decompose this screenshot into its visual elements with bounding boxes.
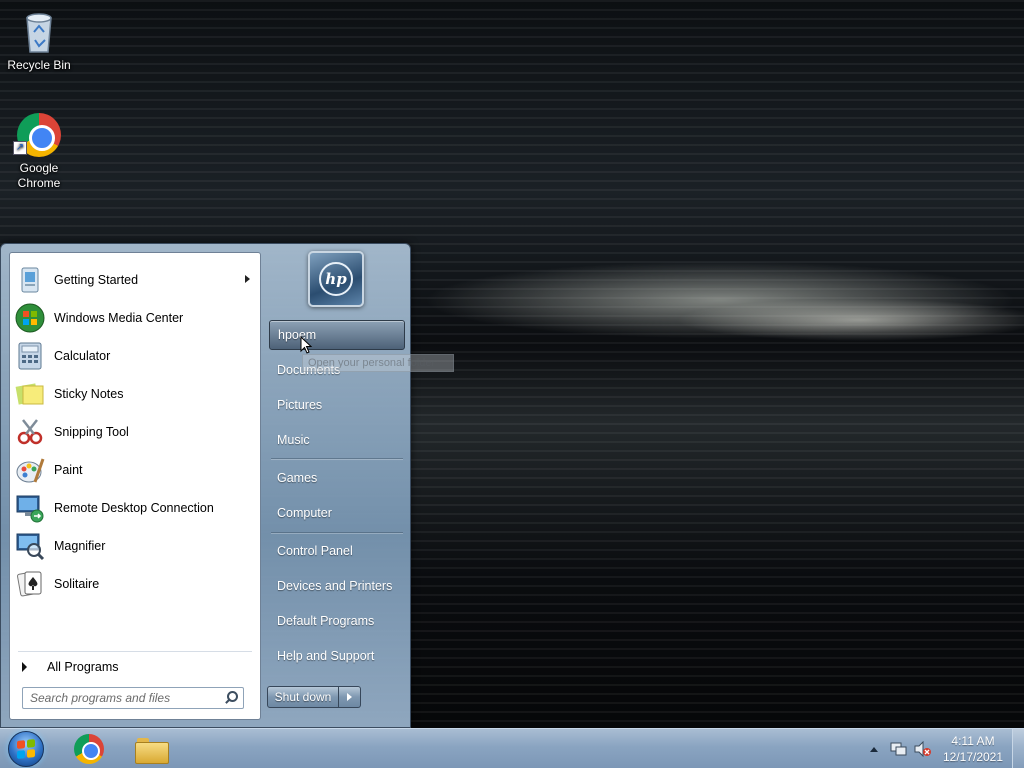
getting-started-icon (14, 264, 46, 296)
right-item-label: Computer (277, 506, 332, 520)
clock-date: 12/17/2021 (942, 750, 1004, 764)
media-center-icon (14, 302, 46, 334)
sticky-notes-icon (14, 378, 46, 410)
right-item-label: Default Programs (277, 614, 375, 628)
network-tray-button[interactable] (888, 729, 910, 768)
separator (271, 458, 403, 460)
right-item-music[interactable]: Music (269, 425, 405, 455)
volume-tray-button[interactable] (912, 729, 934, 768)
search-icon[interactable] (222, 689, 240, 707)
program-label: Getting Started (54, 273, 139, 287)
mouse-cursor-icon (300, 336, 312, 354)
shutdown-options-button[interactable] (339, 686, 361, 708)
all-programs-label: All Programs (47, 660, 119, 674)
chevron-up-icon (870, 746, 878, 752)
user-picture[interactable]: hp (308, 251, 364, 307)
recycle-bin-icon (26, 13, 52, 53)
show-desktop-button[interactable] (1012, 729, 1024, 768)
magnifier-icon (14, 530, 46, 562)
taskbar-explorer-button[interactable] (122, 731, 180, 767)
program-label: Snipping Tool (54, 425, 129, 439)
windows-logo-icon (8, 731, 44, 767)
system-clock[interactable]: 4:11 AM 12/17/2021 (938, 733, 1008, 765)
right-item-label: Devices and Printers (277, 579, 393, 593)
right-item-games[interactable]: Games (269, 463, 405, 493)
right-item-computer[interactable]: Computer (269, 498, 405, 528)
desktop-icon-recycle-bin[interactable]: Recycle Bin (1, 8, 77, 73)
shortcut-arrow-icon: ↗ (13, 141, 27, 155)
solitaire-icon (14, 568, 46, 600)
right-item-devices-and-printers[interactable]: Devices and Printers (269, 571, 405, 601)
all-programs-arrow-icon (22, 662, 27, 672)
chrome-icon (74, 734, 104, 764)
search-box[interactable] (22, 687, 244, 709)
submenu-arrow-icon (245, 275, 250, 283)
program-item-paint[interactable]: Paint (12, 452, 258, 488)
folder-icon (135, 736, 169, 764)
snipping-tool-icon (14, 416, 46, 448)
paint-icon (14, 454, 46, 486)
program-item-remote-desktop-connection[interactable]: Remote Desktop Connection (12, 490, 258, 526)
all-programs-button[interactable]: All Programs (12, 655, 258, 679)
program-label: Remote Desktop Connection (54, 501, 214, 515)
right-item-user-folder[interactable]: hpoem (269, 320, 405, 350)
hp-logo: hp (319, 262, 353, 296)
program-item-magnifier[interactable]: Magnifier (12, 528, 258, 564)
program-label: Calculator (54, 349, 111, 363)
clock-time: 4:11 AM (951, 734, 995, 748)
right-item-control-panel[interactable]: Control Panel (269, 536, 405, 566)
desktop-icon-label: Chrome (17, 176, 61, 190)
remote-desktop-icon (14, 492, 46, 524)
program-label: Sticky Notes (54, 387, 124, 401)
start-menu-programs-pane: Getting Started Windows Media Center Cal… (9, 252, 261, 720)
right-item-label: Help and Support (277, 649, 375, 663)
taskbar-chrome-button[interactable] (60, 731, 118, 767)
desktop-icon-google-chrome[interactable]: ↗ Google Chrome (1, 113, 77, 191)
tooltip: Open your personal folder (302, 354, 454, 372)
program-item-getting-started[interactable]: Getting Started (12, 262, 258, 298)
program-label: Paint (54, 463, 83, 477)
program-item-calculator[interactable]: Calculator (12, 338, 258, 374)
program-label: Magnifier (54, 539, 106, 553)
right-item-default-programs[interactable]: Default Programs (269, 606, 405, 636)
calculator-icon (14, 340, 46, 372)
network-icon (890, 742, 907, 756)
program-item-sticky-notes[interactable]: Sticky Notes (12, 376, 258, 412)
program-item-solitaire[interactable]: Solitaire (12, 566, 258, 602)
chevron-right-icon (347, 693, 352, 701)
right-item-label: Control Panel (277, 544, 353, 558)
program-label: Solitaire (54, 577, 100, 591)
right-item-label: Pictures (277, 398, 323, 412)
search-input[interactable] (23, 688, 222, 708)
show-hidden-icons-button[interactable] (866, 729, 882, 768)
right-item-label: Music (277, 433, 310, 447)
desktop-icon-label: Recycle Bin (7, 58, 71, 72)
start-button[interactable] (5, 730, 47, 768)
program-label: Windows Media Center (54, 311, 184, 325)
program-item-windows-media-center[interactable]: Windows Media Center (12, 300, 258, 336)
volume-muted-icon (914, 741, 931, 757)
start-menu: Getting Started Windows Media Center Cal… (0, 243, 411, 728)
shutdown-button[interactable]: Shut down (267, 686, 339, 708)
program-item-snipping-tool[interactable]: Snipping Tool (12, 414, 258, 450)
separator (271, 532, 403, 534)
taskbar: 4:11 AM 12/17/2021 (0, 728, 1024, 768)
right-item-pictures[interactable]: Pictures (269, 390, 405, 420)
desktop-icon-label: Google (19, 161, 59, 175)
separator (18, 651, 252, 652)
right-item-label: Games (277, 471, 318, 485)
right-item-help-and-support[interactable]: Help and Support (269, 641, 405, 671)
